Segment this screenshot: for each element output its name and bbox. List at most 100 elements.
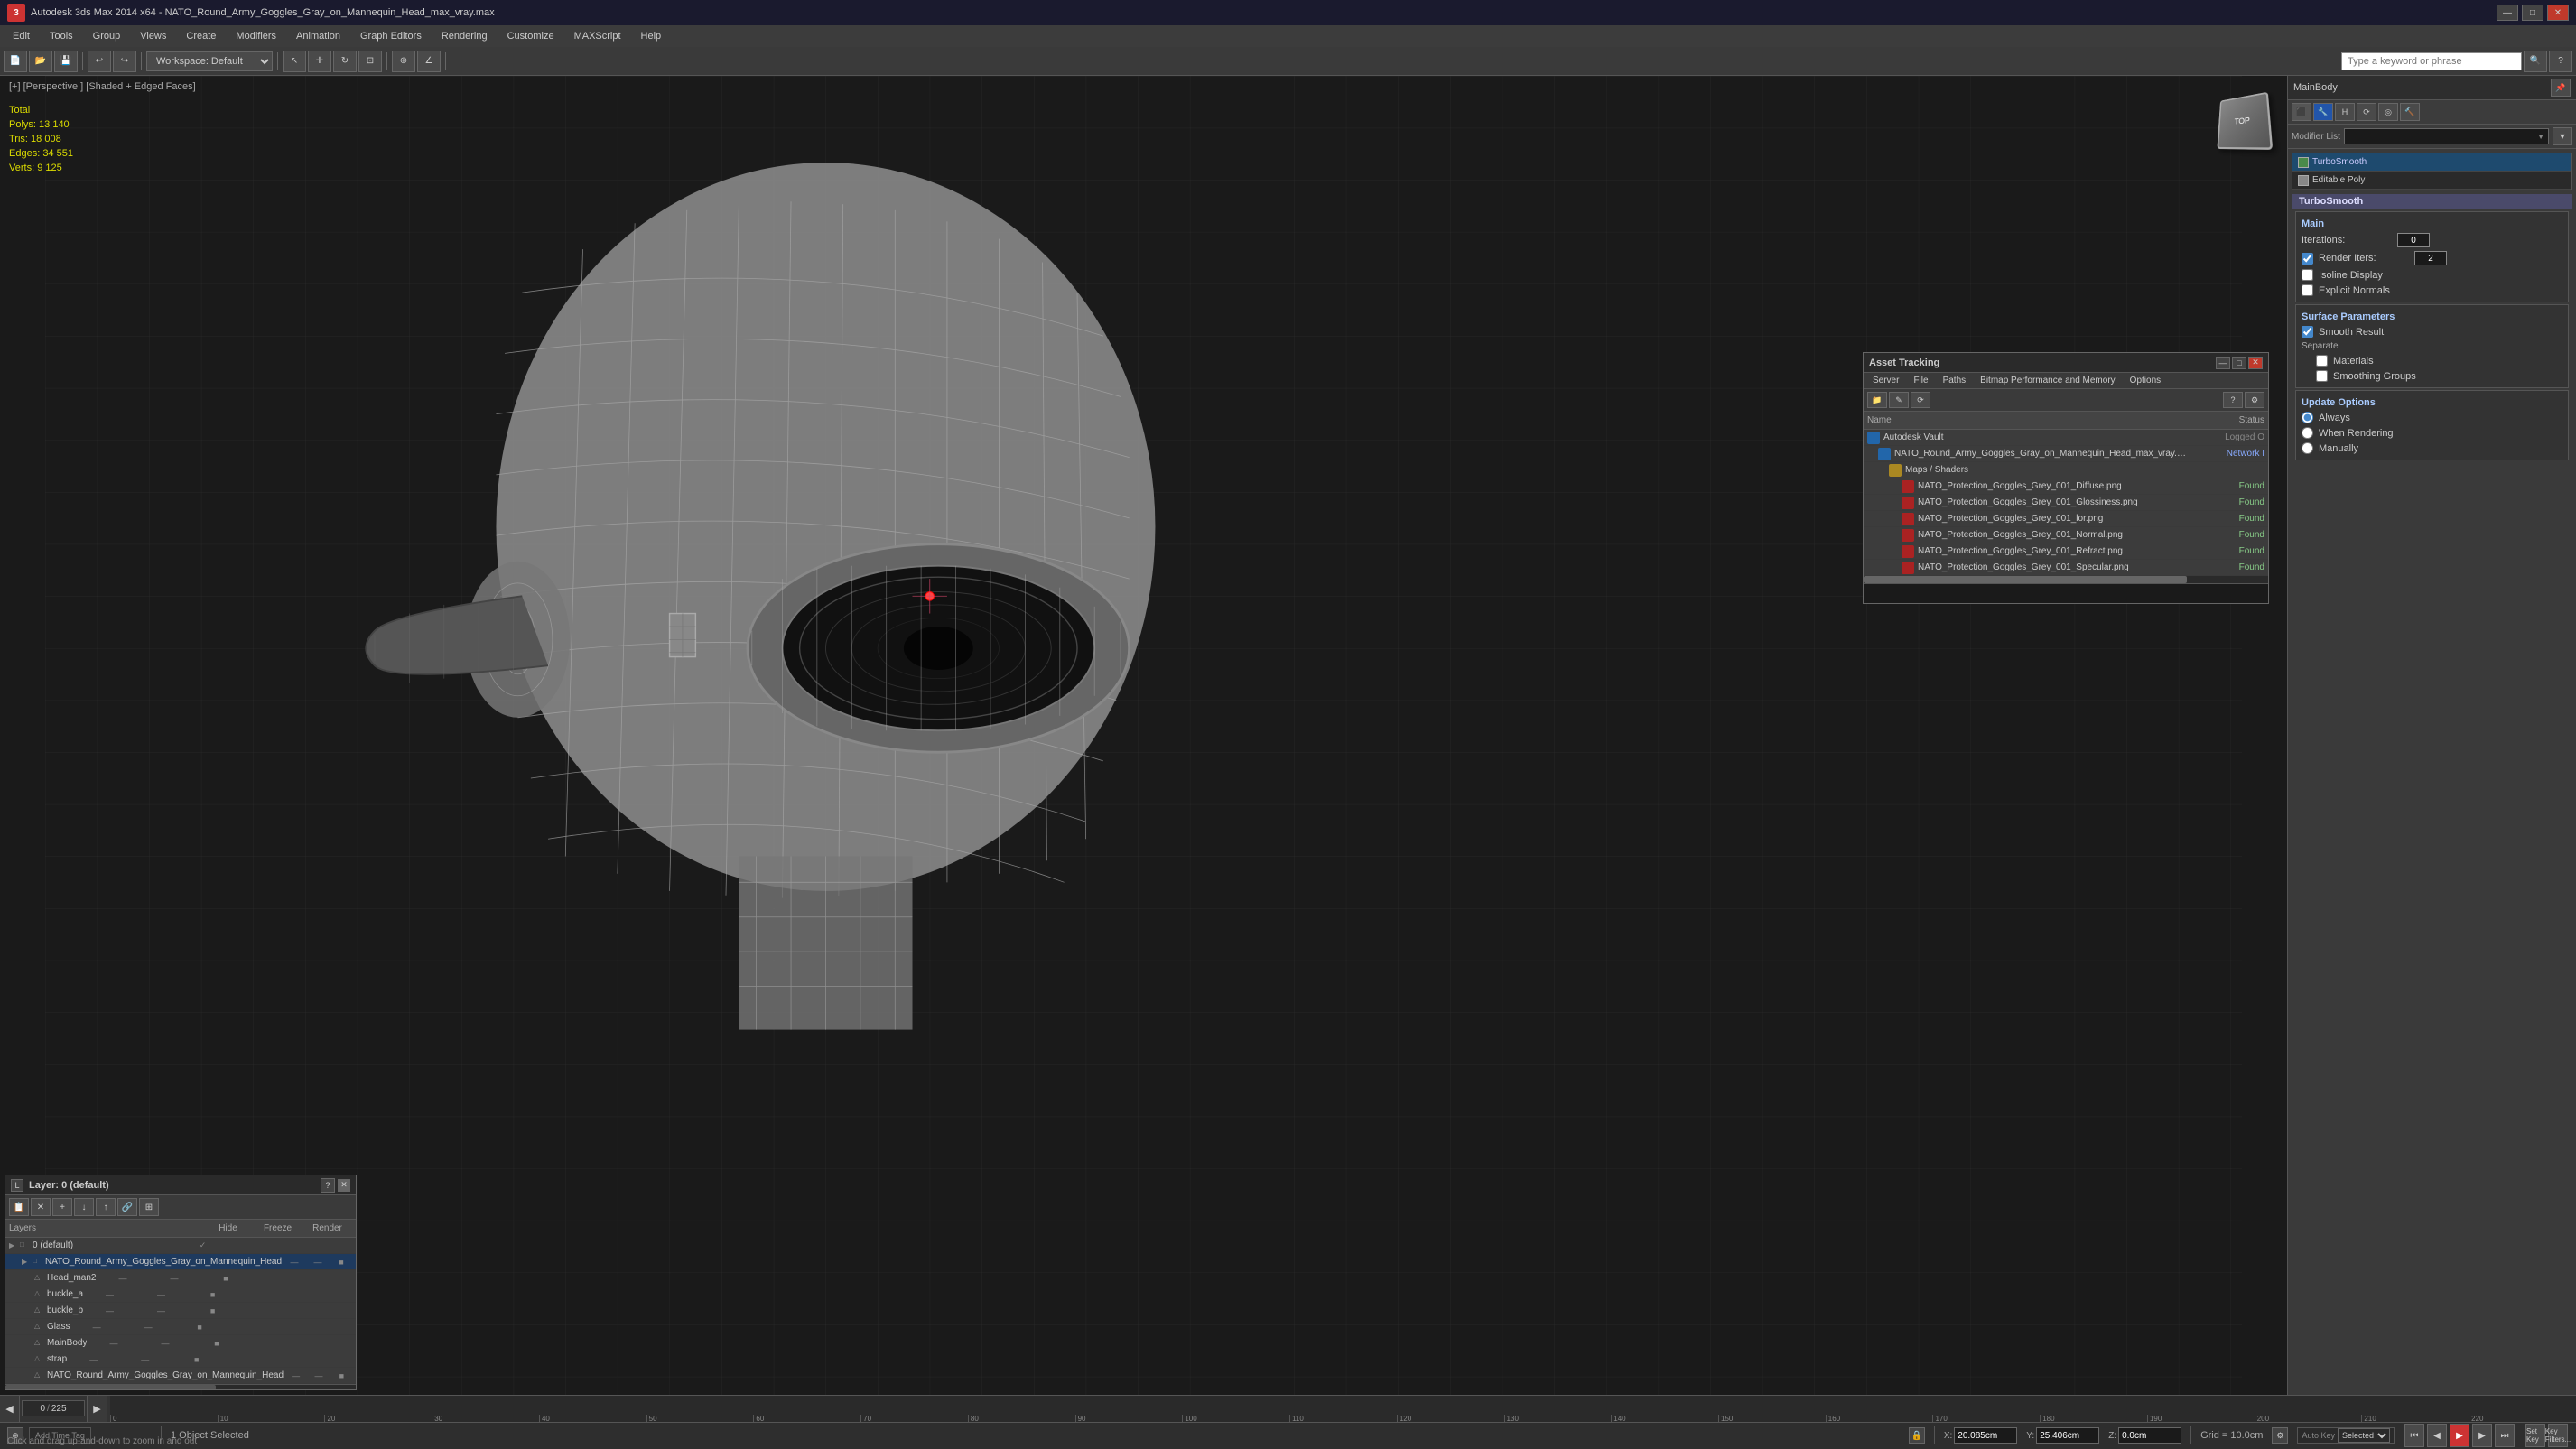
layer-tool-1[interactable]: 📋 [9,1198,29,1216]
minimize-button[interactable]: — [2497,5,2518,21]
asset-row-ior[interactable]: NATO_Protection_Goggles_Grey_001_lor.png… [1864,511,2268,527]
modifier-editable-poly[interactable]: Editable Poly [2292,172,2571,190]
layer-tool-2[interactable]: ↓ [74,1198,94,1216]
search-input[interactable] [2341,52,2522,70]
layer-row-mainbody[interactable]: △ MainBody — — ■ [5,1335,356,1351]
when-rendering-radio[interactable] [2302,427,2313,439]
layer-delete-button[interactable]: ✕ [31,1198,51,1216]
layer-row-default[interactable]: ▶ □ 0 (default) ✓ [5,1238,356,1254]
help-button[interactable]: ? [2549,51,2572,72]
time-dropdown[interactable]: Selected [2338,1428,2390,1443]
y-input[interactable] [2036,1427,2099,1444]
menu-create[interactable]: Create [177,29,225,43]
z-input[interactable] [2118,1427,2181,1444]
asset-tool-1[interactable]: 📁 [1867,392,1887,408]
menu-maxscript[interactable]: MAXScript [565,29,630,43]
menu-modifiers[interactable]: Modifiers [227,29,285,43]
menu-group[interactable]: Group [84,29,130,43]
layers-scrollbar[interactable] [5,1384,356,1389]
select-button[interactable]: ↖ [283,51,306,72]
asset-row-glossiness[interactable]: NATO_Protection_Goggles_Grey_001_Glossin… [1864,495,2268,511]
key-filters-button[interactable]: Key Filters... [2548,1424,2568,1447]
asset-minimize-button[interactable]: — [2216,357,2230,369]
asset-close-button[interactable]: ✕ [2248,357,2263,369]
set-key-button[interactable]: Set Key [2525,1424,2545,1447]
menu-tools[interactable]: Tools [41,29,82,43]
asset-restore-button[interactable]: □ [2232,357,2246,369]
angle-snap-button[interactable]: ∠ [417,51,441,72]
layer-add-button[interactable]: + [52,1198,72,1216]
modifier-options-button[interactable]: ▼ [2553,127,2572,145]
undo-button[interactable]: ↩ [88,51,111,72]
x-input[interactable] [1954,1427,2017,1444]
create-tab[interactable]: ⬛ [2292,103,2311,121]
asset-scrollbar[interactable] [1864,576,2268,583]
asset-row-specular[interactable]: NATO_Protection_Goggles_Grey_001_Specula… [1864,560,2268,576]
open-button[interactable]: 📂 [29,51,52,72]
manually-radio[interactable] [2302,442,2313,454]
asset-tool-3[interactable]: ⟳ [1911,392,1930,408]
asset-row-maps[interactable]: Maps / Shaders [1864,462,2268,478]
magnet-icon[interactable]: ⚙ [2272,1427,2288,1444]
asset-row-refract[interactable]: NATO_Protection_Goggles_Grey_001_Refract… [1864,543,2268,560]
menu-customize[interactable]: Customize [498,29,563,43]
modify-tab[interactable]: 🔧 [2313,103,2333,121]
close-button[interactable]: ✕ [2547,5,2569,21]
nav-cube-box[interactable]: TOP [2217,92,2273,150]
save-button[interactable]: 💾 [54,51,78,72]
isoline-checkbox[interactable] [2302,269,2313,281]
display-tab[interactable]: ◎ [2378,103,2398,121]
next-frame-button[interactable]: ▶ [2472,1424,2492,1447]
asset-menu-options[interactable]: Options [2125,375,2166,386]
asset-help-button[interactable]: ? [2223,392,2243,408]
asset-menu-paths[interactable]: Paths [1938,375,1972,386]
asset-options-button[interactable]: ⚙ [2245,392,2264,408]
maximize-button[interactable]: □ [2522,5,2543,21]
layer-row-buckle-a[interactable]: △ buckle_a — — ■ [5,1286,356,1303]
goto-start-button[interactable]: ⏮ [2404,1424,2424,1447]
timeline[interactable]: ◀ 0 / 225 ▶ 0 10 20 30 40 50 60 70 80 90… [0,1396,2576,1423]
render-iters-checkbox[interactable] [2302,253,2313,265]
menu-rendering[interactable]: Rendering [432,29,497,43]
new-button[interactable]: 📄 [4,51,27,72]
menu-edit[interactable]: Edit [4,29,39,43]
rotate-button[interactable]: ↻ [333,51,357,72]
workspace-dropdown[interactable]: Workspace: Default [146,51,273,71]
asset-menu-bitmap[interactable]: Bitmap Performance and Memory [1975,375,2121,386]
asset-menu-file[interactable]: File [1908,375,1933,386]
asset-menu-server[interactable]: Server [1867,375,1904,386]
layer-tool-3[interactable]: ↑ [96,1198,116,1216]
layer-tool-4[interactable]: 🔗 [117,1198,137,1216]
materials-checkbox[interactable] [2316,355,2328,367]
asset-tool-2[interactable]: ✎ [1889,392,1909,408]
modifier-turbosmooth[interactable]: TurboSmooth [2292,153,2571,172]
layers-help-button[interactable]: ? [321,1178,335,1193]
layer-row-glass[interactable]: △ Glass — — ■ [5,1319,356,1335]
explicit-normals-checkbox[interactable] [2302,284,2313,296]
timeline-track[interactable]: 0 10 20 30 40 50 60 70 80 90 100 110 120… [110,1396,2576,1422]
panel-pin-button[interactable]: 📌 [2551,79,2571,97]
move-button[interactable]: ✛ [308,51,331,72]
prev-frame-button[interactable]: ◀ [2427,1424,2447,1447]
layer-row-strap[interactable]: △ strap — — ■ [5,1351,356,1368]
nav-cube[interactable]: TOP [2206,85,2278,157]
asset-row-normal[interactable]: NATO_Protection_Goggles_Grey_001_Normal.… [1864,527,2268,543]
layer-row-nato-goggles[interactable]: ▶ □ NATO_Round_Army_Goggles_Gray_on_Mann… [5,1254,356,1270]
asset-row-vault[interactable]: Autodesk Vault Logged O [1864,430,2268,446]
hierarchy-tab[interactable]: H [2335,103,2355,121]
asset-row-diffuse[interactable]: NATO_Protection_Goggles_Grey_001_Diffuse… [1864,478,2268,495]
render-iters-input[interactable] [2414,251,2447,265]
snap-button[interactable]: ⊕ [392,51,415,72]
timeline-prev-button[interactable]: ◀ [0,1396,20,1422]
menu-animation[interactable]: Animation [287,29,349,43]
iterations-input[interactable] [2397,233,2430,247]
layer-row-buckle-b[interactable]: △ buckle_b — — ■ [5,1303,356,1319]
motion-tab[interactable]: ⟳ [2357,103,2376,121]
lock-icon[interactable]: 🔒 [1909,1427,1925,1444]
utilities-tab[interactable]: 🔨 [2400,103,2420,121]
frame-counter[interactable]: 0 / 225 [22,1400,85,1416]
layer-row-nato-full[interactable]: △ NATO_Round_Army_Goggles_Gray_on_Manneq… [5,1368,356,1384]
always-radio[interactable] [2302,412,2313,423]
redo-button[interactable]: ↪ [113,51,136,72]
timeline-next-button[interactable]: ▶ [87,1396,107,1422]
